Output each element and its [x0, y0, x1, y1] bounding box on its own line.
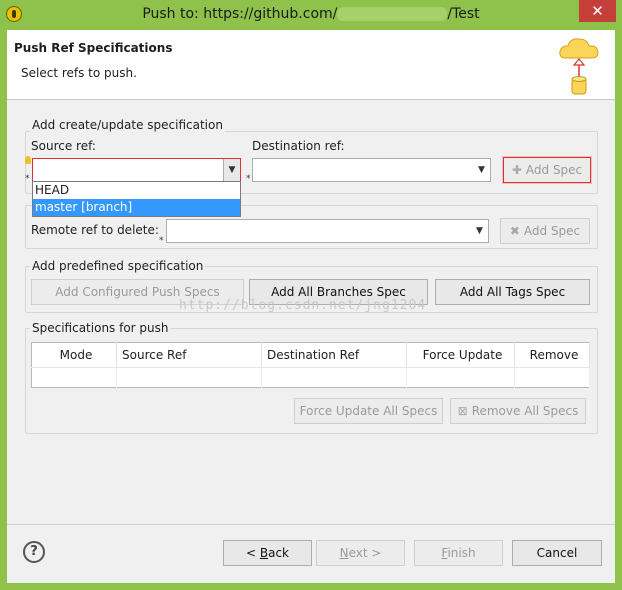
chevron-down-icon[interactable]: ▼: [473, 159, 490, 181]
plus-icon: ✚: [511, 163, 522, 177]
add-delete-spec-button[interactable]: ✖ Add Spec: [500, 218, 590, 244]
required-marker: *: [159, 236, 164, 246]
remove-all-specs-label: Remove All Specs: [471, 404, 579, 418]
destination-ref-label: Destination ref:: [252, 139, 345, 153]
next-label: ext >: [348, 546, 382, 560]
content-assist-bulb-icon: [25, 156, 31, 164]
source-ref-dropdown: HEAD master [branch]: [32, 181, 241, 217]
remote-ref-delete-combo[interactable]: ▼: [166, 219, 489, 243]
force-update-all-specs-button[interactable]: Force Update All Specs: [294, 398, 443, 424]
wizard-header: Push Ref Specifications Select refs to p…: [7, 30, 615, 100]
column-destination-ref[interactable]: Destination Ref: [261, 342, 407, 368]
column-force-update[interactable]: Force Update: [406, 342, 515, 368]
source-option-head[interactable]: HEAD: [33, 182, 240, 199]
column-mode[interactable]: Mode: [31, 342, 117, 368]
dialog-body: Push Ref Specifications Select refs to p…: [7, 30, 615, 583]
add-create-spec-label: Add Spec: [525, 163, 583, 177]
close-button[interactable]: ✕: [579, 0, 616, 22]
finish-button[interactable]: Finish: [414, 540, 503, 566]
window-title: Push to: https://github.com/ /Test: [0, 6, 622, 22]
remote-ref-delete-label: Remote ref to delete:: [31, 223, 159, 237]
table-header-row: Mode Source Ref Destination Ref Force Up…: [31, 342, 590, 368]
remove-all-specs-button[interactable]: ⊠ Remove All Specs: [450, 398, 586, 424]
back-button[interactable]: < Back: [223, 540, 312, 566]
cloud-push-icon: [559, 38, 599, 95]
footer-divider: [7, 524, 615, 525]
column-remove[interactable]: Remove: [514, 342, 590, 368]
window-title-prefix: Push to: https://github.com/: [142, 6, 338, 22]
back-label: ack: [268, 546, 289, 560]
next-mnemonic: N: [339, 546, 349, 560]
add-delete-spec-label: Add Spec: [523, 224, 581, 238]
source-ref-combo[interactable]: ▼: [32, 158, 241, 182]
page-subtitle: Select refs to push.: [21, 66, 137, 80]
chevron-down-icon[interactable]: ▼: [471, 220, 488, 242]
add-create-spec-button[interactable]: ✚ Add Spec: [502, 156, 592, 184]
watermark-text: http://blog.csdn.net/jng1204: [179, 298, 427, 313]
finish-label: inish: [447, 546, 476, 560]
x-icon: ✖: [509, 224, 520, 238]
create-update-group-label: Add create/update specification: [30, 118, 225, 132]
redacted-username: [337, 7, 448, 21]
required-marker: *: [25, 174, 30, 184]
destination-ref-combo[interactable]: ▼: [252, 158, 491, 182]
back-mnemonic: B: [259, 546, 269, 560]
title-bar[interactable]: Push to: https://github.com/ /Test ✕: [0, 0, 622, 30]
remove-all-icon: ⊠: [457, 404, 468, 418]
window-title-suffix: /Test: [447, 6, 480, 22]
next-button[interactable]: Next >: [316, 540, 405, 566]
chevron-down-icon[interactable]: ▼: [223, 159, 240, 181]
push-dialog-window: Push to: https://github.com/ /Test ✕ Push…: [0, 0, 622, 590]
add-all-tags-spec-button[interactable]: Add All Tags Spec: [435, 279, 590, 305]
page-title: Push Ref Specifications: [14, 41, 173, 55]
cancel-button[interactable]: Cancel: [512, 540, 602, 566]
source-option-master[interactable]: master [branch]: [33, 199, 240, 216]
push-specs-group-label: Specifications for push: [30, 321, 171, 335]
predefined-group-label: Add predefined specification: [30, 259, 206, 273]
help-icon[interactable]: ?: [23, 541, 45, 563]
source-ref-label: Source ref:: [31, 139, 96, 153]
column-source-ref[interactable]: Source Ref: [116, 342, 262, 368]
push-specs-table[interactable]: Mode Source Ref Destination Ref Force Up…: [31, 342, 590, 388]
table-row: [31, 367, 590, 388]
required-marker: *: [246, 174, 251, 184]
